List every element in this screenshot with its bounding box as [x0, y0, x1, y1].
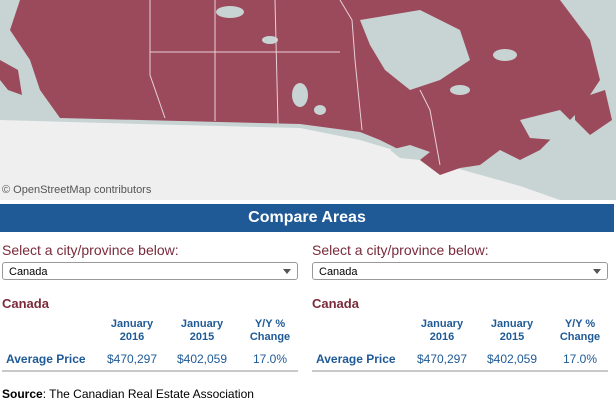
lake-4: [314, 105, 326, 115]
select-label: Select a city/province below:: [2, 242, 179, 258]
value-yy-change: 17.0%: [562, 352, 598, 366]
source-text: : The Canadian Real Estate Association: [42, 387, 254, 401]
map[interactable]: © OpenStreetMap contributors: [0, 0, 616, 200]
area-select[interactable]: Canada: [2, 262, 298, 280]
source-note: Source: The Canadian Real Estate Associa…: [2, 387, 254, 401]
row-label-average-price: Average Price: [6, 352, 86, 366]
value-jan-2016: $470,297: [106, 352, 158, 366]
header-yy-change: Y/Y % Change: [249, 318, 291, 343]
row-divider: [312, 370, 608, 372]
lake-3: [292, 83, 308, 107]
header-jan-2016: January 2016: [110, 318, 154, 343]
select-value: Canada: [319, 266, 358, 278]
lake-6: [450, 85, 470, 95]
map-canvas[interactable]: [0, 0, 616, 200]
area-name: Canada: [312, 296, 359, 311]
select-label: Select a city/province below:: [312, 242, 489, 258]
header-yy-change: Y/Y % Change: [559, 318, 601, 343]
lake-1: [216, 6, 244, 18]
compare-panel-right: Select a city/province below: Canada Can…: [312, 236, 612, 376]
lake-5: [493, 49, 517, 61]
header-jan-2015: January 2015: [490, 318, 534, 343]
map-attribution[interactable]: © OpenStreetMap contributors: [2, 184, 151, 196]
chevron-down-icon: [283, 269, 291, 274]
chevron-down-icon: [593, 269, 601, 274]
area-name: Canada: [2, 296, 49, 311]
value-yy-change: 17.0%: [252, 352, 288, 366]
value-jan-2016: $470,297: [416, 352, 468, 366]
value-jan-2015: $402,059: [176, 352, 228, 366]
row-label-average-price: Average Price: [316, 352, 396, 366]
select-value: Canada: [9, 266, 48, 278]
value-jan-2015: $402,059: [486, 352, 538, 366]
compare-panel-left: Select a city/province below: Canada Can…: [2, 236, 302, 376]
header-jan-2016: January 2016: [420, 318, 464, 343]
header-jan-2015: January 2015: [180, 318, 224, 343]
compare-areas-title: Compare Areas: [0, 204, 614, 232]
row-divider: [2, 370, 298, 372]
area-select[interactable]: Canada: [312, 262, 608, 280]
source-label: Source: [2, 387, 43, 401]
